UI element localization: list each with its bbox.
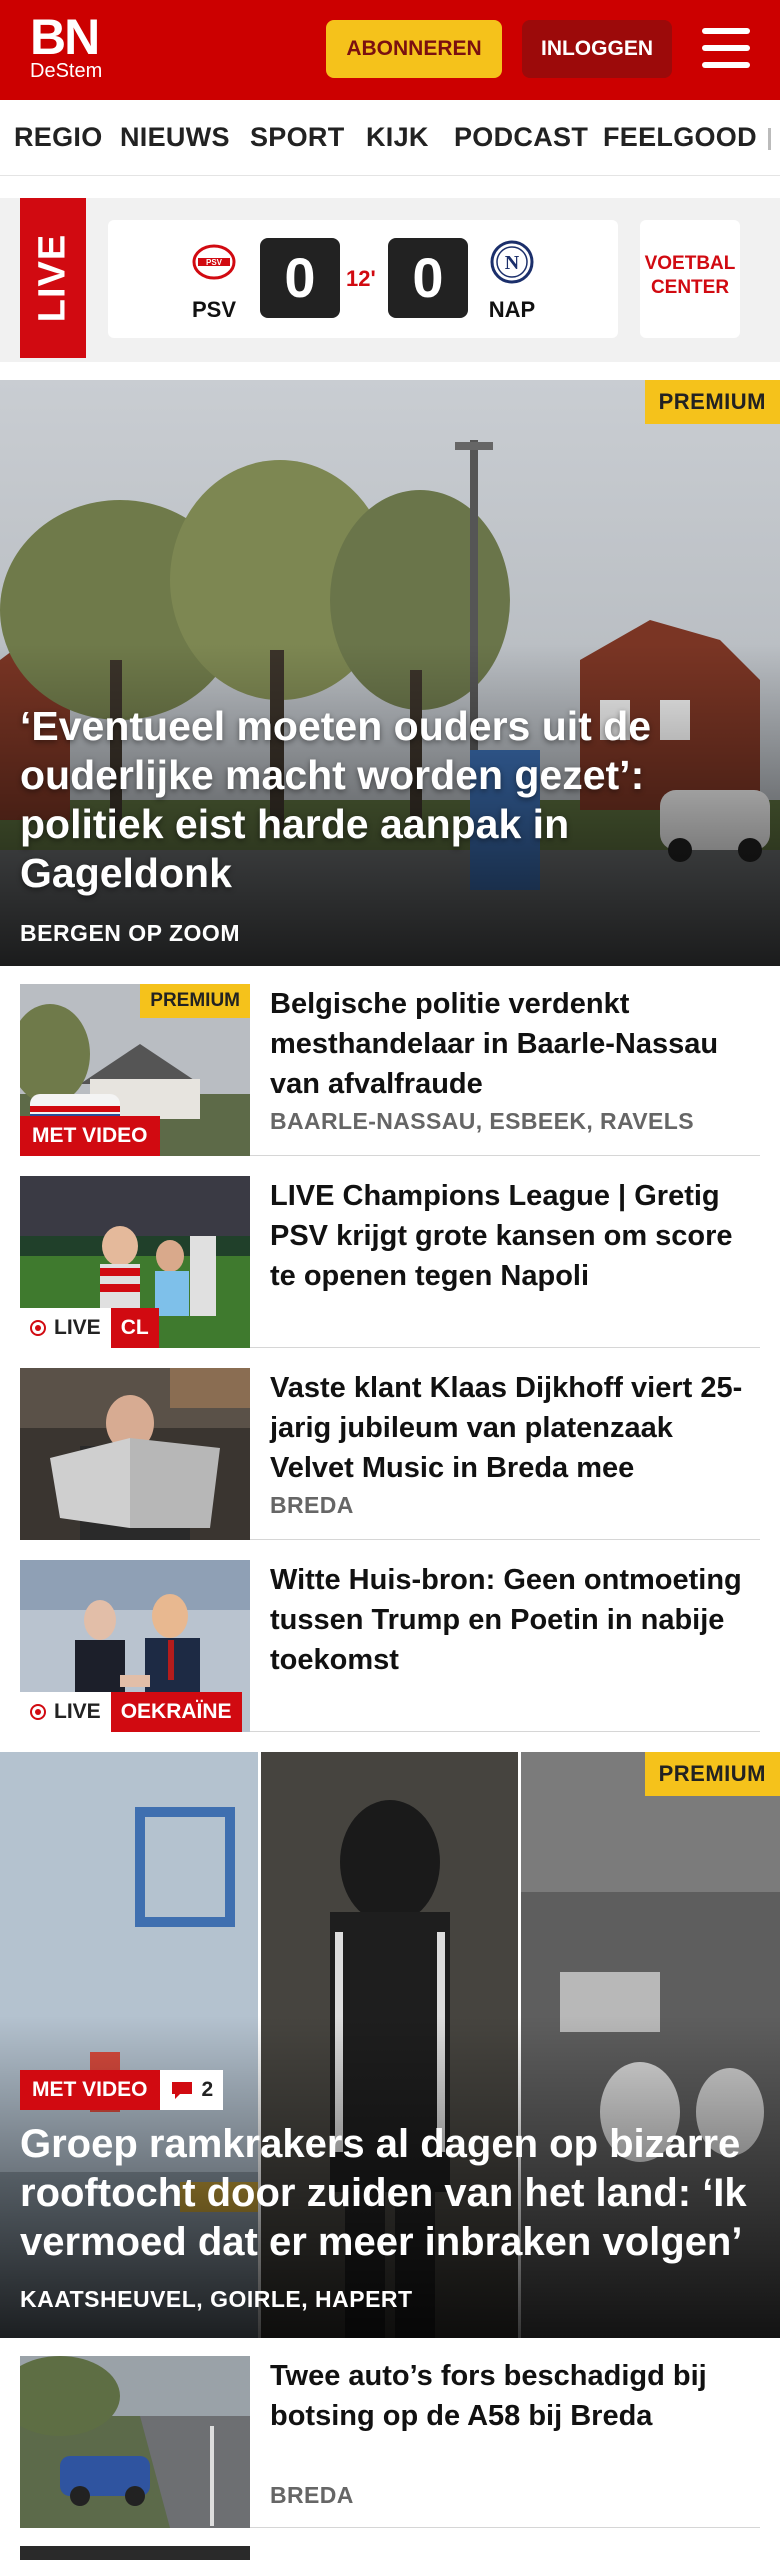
- svg-text:PSV: PSV: [206, 258, 223, 267]
- login-button[interactable]: INLOGGEN: [522, 20, 672, 78]
- nav-item-nieuws[interactable]: NIEUWS: [120, 122, 230, 153]
- article-location-tag: BAARLE-NASSAU, ESBEEK, RAVELS: [270, 1108, 694, 1134]
- article-thumbnail: [20, 2356, 250, 2528]
- match-minute: 12': [346, 266, 376, 291]
- live-label: LIVE OEKRAÏNE: [20, 1692, 242, 1732]
- hero2-title[interactable]: Groep ramkrakers al dagen op bizarre roo…: [20, 2120, 770, 2267]
- voetbal-center-line2: CENTER: [650, 277, 730, 298]
- live-tag-label: LIVE: [31, 233, 74, 323]
- napoli-crest-icon: N: [490, 240, 534, 284]
- logo-sub-text: DeStem: [30, 60, 103, 82]
- hero-location-tag: BERGEN OP ZOOM: [20, 920, 240, 946]
- article-location-tag: BREDA: [270, 1492, 354, 1518]
- subscribe-button[interactable]: ABONNEREN: [326, 20, 502, 78]
- nav-item-feelgood[interactable]: FEELGOOD: [603, 122, 757, 153]
- thumb-premium-badge: PREMIUM: [140, 984, 250, 1018]
- site-header: BN DeStem ABONNEREN INLOGGEN: [0, 0, 780, 100]
- nav-overflow-indicator: [768, 128, 771, 150]
- category-label: OEKRAÏNE: [110, 1692, 242, 1732]
- live-label: LIVE CL: [20, 1308, 159, 1348]
- article-title[interactable]: Belgische politie verdenkt mesthandelaar…: [270, 984, 760, 1104]
- logo-main-text: BN: [30, 9, 100, 65]
- home-team: PSV PSV: [174, 240, 254, 323]
- section-nav: REGIO NIEUWS SPORT KIJK PODCAST FEELGOOD: [0, 100, 780, 176]
- live-label-text: LIVE: [54, 1316, 101, 1339]
- video-label: MET VIDEO: [20, 1116, 160, 1156]
- hero2-location-tag: KAATSHEUVEL, GOIRLE, HAPERT: [20, 2286, 413, 2312]
- hero-article[interactable]: PREMIUM ‘Eventueel moeten ouders uit de …: [0, 380, 780, 966]
- comment-count[interactable]: 2: [159, 2070, 224, 2110]
- away-team: N NAP: [472, 240, 552, 323]
- home-score: 0: [260, 238, 340, 318]
- article-thumbnail: LIVE CL: [20, 1176, 250, 1348]
- article-item[interactable]: PREMIUM MET VIDEO Belgische politie verd…: [20, 984, 760, 1156]
- article-title[interactable]: Witte Huis-bron: Geen ontmoeting tussen …: [270, 1560, 760, 1680]
- next-article-thumbnail: [20, 2546, 250, 2560]
- car-crash-image: [20, 2356, 250, 2528]
- score-card[interactable]: PSV PSV 0 12' 0 N NAP: [108, 220, 618, 338]
- live-vertical-tag: LIVE: [20, 198, 86, 358]
- nav-item-regio[interactable]: REGIO: [14, 122, 103, 153]
- video-label: MET VIDEO: [20, 2070, 160, 2110]
- nav-item-podcast[interactable]: PODCAST: [454, 122, 588, 153]
- live-score-bar: LIVE PSV PSV 0 12' 0 N NAP VOETBAL CENTE…: [0, 198, 780, 362]
- hero-title[interactable]: ‘Eventueel moeten ouders uit de ouderlij…: [20, 702, 760, 898]
- article-title[interactable]: LIVE Champions League | Gretig PSV krijg…: [270, 1176, 760, 1296]
- premium-badge: PREMIUM: [644, 1752, 780, 1796]
- record-store-image: [20, 1368, 250, 1540]
- article-item[interactable]: Vaste klant Klaas Dijkhoff viert 25-jari…: [20, 1368, 760, 1540]
- away-score: 0: [388, 238, 468, 318]
- nav-item-sport[interactable]: SPORT: [250, 122, 345, 153]
- article-item[interactable]: LIVE CL LIVE Champions League | Gretig P…: [20, 1176, 760, 1348]
- comment-icon: [171, 2082, 192, 2099]
- hero-article-2[interactable]: PREMIUM MET VIDEO 2 Groep ramkrakers al …: [0, 1752, 780, 2338]
- premium-badge: PREMIUM: [644, 380, 780, 424]
- live-dot-icon: [30, 1704, 46, 1720]
- article-item[interactable]: LIVE OEKRAÏNE Witte Huis-bron: Geen ontm…: [20, 1560, 760, 1732]
- article-thumbnail: [20, 1368, 250, 1540]
- psv-crest-icon: PSV: [192, 244, 236, 280]
- voetbal-center-line1: VOETBAL: [644, 253, 736, 274]
- site-logo[interactable]: BN DeStem: [30, 9, 103, 82]
- article-item[interactable]: Twee auto’s fors beschadigd bij botsing …: [20, 2356, 760, 2528]
- hamburger-menu-icon[interactable]: [700, 24, 752, 74]
- comment-count-value: 2: [201, 2078, 214, 2101]
- hero2-labels: MET VIDEO 2: [20, 2070, 224, 2110]
- voetbal-center-button[interactable]: VOETBAL CENTER: [640, 220, 740, 338]
- away-team-name: NAP: [488, 297, 536, 322]
- article-thumbnail: LIVE OEKRAÏNE: [20, 1560, 250, 1732]
- live-label-text: LIVE: [54, 1700, 101, 1723]
- home-team-name: PSV: [191, 297, 237, 322]
- category-label: CL: [110, 1308, 159, 1348]
- article-title[interactable]: Twee auto’s fors beschadigd bij botsing …: [270, 2356, 760, 2436]
- article-title[interactable]: Vaste klant Klaas Dijkhoff viert 25-jari…: [270, 1368, 760, 1488]
- live-dot-icon: [30, 1320, 46, 1336]
- article-location-tag: BREDA: [270, 2482, 354, 2508]
- svg-text:N: N: [505, 252, 520, 274]
- nav-item-kijk[interactable]: KIJK: [366, 122, 429, 153]
- article-thumbnail: PREMIUM MET VIDEO: [20, 984, 250, 1156]
